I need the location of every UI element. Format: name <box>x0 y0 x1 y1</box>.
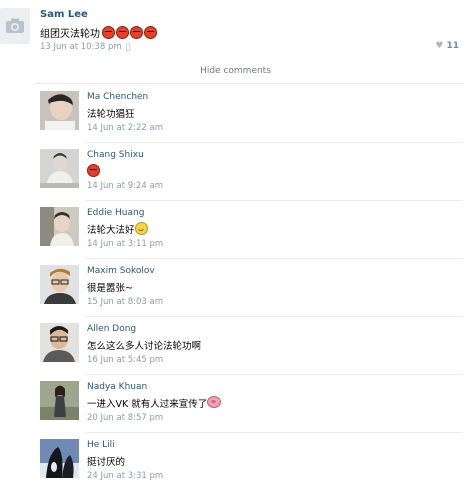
comment-text: 一进入VK 就有人过来宣传了 <box>87 396 222 410</box>
comment-author[interactable]: He Lili <box>87 440 115 450</box>
comment-time[interactable]: 14 Jun at 3:11 pm <box>87 239 163 249</box>
comment-time[interactable]: 20 Jun at 8:57 pm <box>87 413 163 423</box>
like-button[interactable]: ♥ 11 <box>435 41 459 51</box>
comment-time[interactable]: 14 Jun at 2:22 am <box>87 123 163 133</box>
angry-face-icon <box>130 26 143 39</box>
comment-text <box>87 164 101 180</box>
avatar[interactable] <box>40 91 79 130</box>
comment-item: Eddie Huang 法轮大法好 14 Jun at 3:11 pm <box>0 201 471 259</box>
comment-text: 怎么这么多人讨论法轮功啊 <box>87 341 202 352</box>
comment-time[interactable]: 24 Jun at 3:31 pm <box>87 471 163 481</box>
comment-text: 法轮大法好 <box>87 222 148 236</box>
comment-text-content: 一进入VK 就有人过来宣传了 <box>87 399 208 410</box>
comment-author[interactable]: Ma Chenchen <box>87 92 148 102</box>
avatar[interactable] <box>40 439 79 478</box>
post-emojis <box>102 26 158 42</box>
like-count: 11 <box>446 41 459 51</box>
avatar[interactable] <box>40 265 79 304</box>
post-meta: 13 Jun at 10:38 pm  <box>40 42 130 52</box>
comment-time[interactable]: 14 Jun at 9:24 am <box>87 181 163 191</box>
comment-text: 挺讨厌的 <box>87 457 126 468</box>
post-author[interactable]: Sam Lee <box>40 9 88 20</box>
comment-item: Allen Dong 怎么这么多人讨论法轮功啊 16 Jun at 5:45 p… <box>0 317 471 375</box>
post: Sam Lee 组团灭法轮功 13 Jun at 10:38 pm  ♥11 <box>0 0 471 58</box>
divider <box>36 83 464 84</box>
hide-comments-link[interactable]: Hide comments <box>0 66 471 76</box>
smile-face-icon <box>134 222 148 235</box>
angry-face-icon <box>144 26 157 39</box>
angry-face-icon <box>116 26 129 39</box>
post-timestamp[interactable]: 13 Jun at 10:38 pm <box>40 42 122 52</box>
comment-time[interactable]: 15 Jun at 8:03 am <box>87 297 163 307</box>
avatar[interactable] <box>40 207 79 246</box>
comment-author[interactable]: Nadya Khuan <box>87 382 147 392</box>
comment-time[interactable]: 16 Jun at 5:45 pm <box>87 355 163 365</box>
avatar[interactable] <box>40 149 79 188</box>
avatar[interactable] <box>40 381 79 420</box>
comment-item: Maxim Sokolov 很是嚣张~ 15 Jun at 8:03 am <box>0 259 471 317</box>
angry-face-icon <box>87 164 100 177</box>
comment-author[interactable]: Allen Dong <box>87 324 136 334</box>
comment-item: He Lili 挺讨厌的 24 Jun at 3:31 pm <box>0 433 471 491</box>
comments-list: Ma Chenchen 法轮功猖狂 14 Jun at 2:22 am Chan… <box>0 85 471 491</box>
comment-author[interactable]: Maxim Sokolov <box>87 266 155 276</box>
comment-author[interactable]: Eddie Huang <box>87 208 144 218</box>
camera-icon[interactable] <box>0 8 30 44</box>
comment-item: Ma Chenchen 法轮功猖狂 14 Jun at 2:22 am <box>0 85 471 143</box>
apple-icon:  <box>126 42 131 51</box>
post-text: 组团灭法轮功 <box>40 25 158 42</box>
comment-item: Chang Shixu 14 Jun at 9:24 am <box>0 143 471 201</box>
comment-author[interactable]: Chang Shixu <box>87 150 144 160</box>
avatar[interactable] <box>40 323 79 362</box>
pig-face-icon <box>207 396 222 408</box>
heart-icon: ♥ <box>435 41 444 51</box>
comment-item: Nadya Khuan 一进入VK 就有人过来宣传了 20 Jun at 8:5… <box>0 375 471 433</box>
angry-face-icon <box>102 26 115 39</box>
post-text-content: 组团灭法轮功 <box>40 29 100 40</box>
comment-text-content: 法轮大法好 <box>87 225 135 236</box>
comment-text: 法轮功猖狂 <box>87 109 135 120</box>
comment-text: 很是嚣张~ <box>87 283 133 294</box>
